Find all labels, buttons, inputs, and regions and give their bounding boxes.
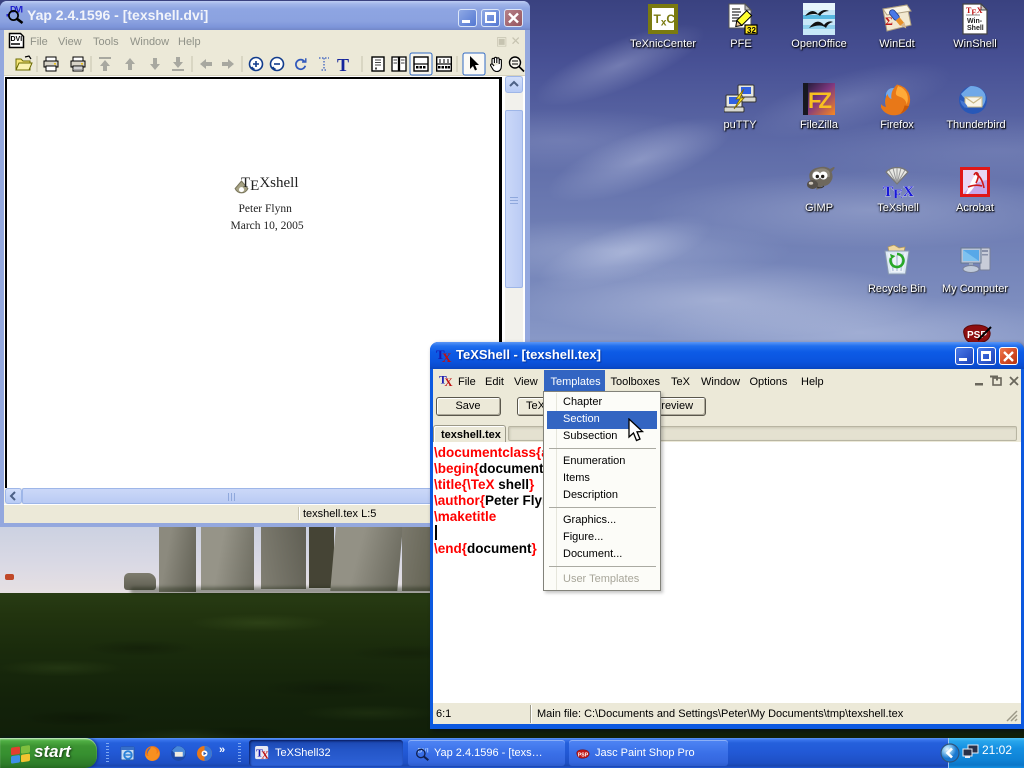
svg-text:X: X	[444, 377, 453, 387]
svg-text:DVI: DVI	[11, 36, 23, 43]
svg-text:Win-: Win-	[967, 18, 983, 25]
svg-text:TEX: TEX	[883, 184, 914, 198]
svg-text:PSP: PSP	[578, 752, 589, 758]
svg-text:T: T	[337, 55, 349, 75]
svg-text:Shell: Shell	[967, 25, 984, 32]
svg-text:X: X	[261, 751, 269, 760]
svg-text:X: X	[442, 350, 452, 363]
svg-text:PSP: PSP	[967, 330, 987, 341]
svg-text:FZ: FZ	[808, 88, 832, 113]
svg-text:DVI: DVI	[418, 748, 429, 755]
svg-text:32: 32	[747, 26, 756, 35]
